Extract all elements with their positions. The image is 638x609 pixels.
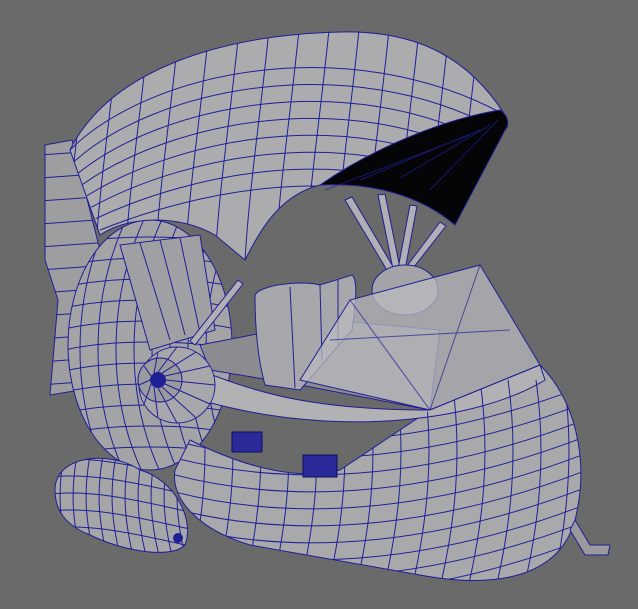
3d-viewport[interactable] xyxy=(0,0,638,609)
side-fan xyxy=(137,346,216,424)
pod-nozzle xyxy=(173,533,183,543)
vent-right xyxy=(302,454,338,478)
vent-left xyxy=(231,431,263,453)
landing-strut xyxy=(569,518,611,556)
vehicle-wireframe-model[interactable] xyxy=(0,0,638,609)
